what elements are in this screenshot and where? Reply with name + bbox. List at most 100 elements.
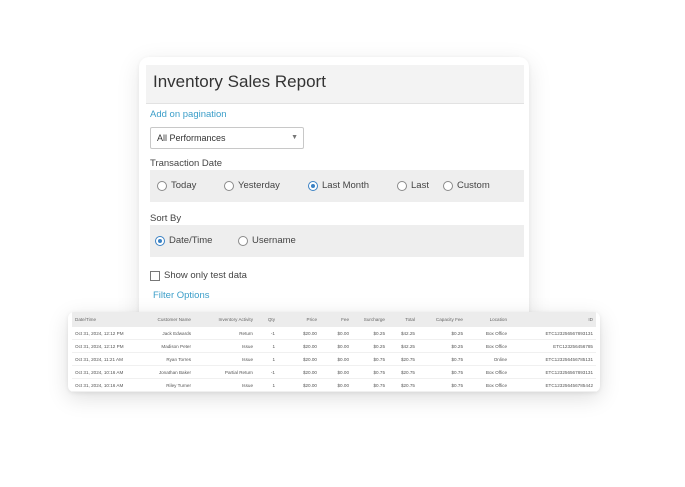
column-header[interactable]: Customer Name [134, 312, 194, 327]
table-cell: Riley Turner [134, 378, 194, 392]
performance-select-value: All Performances [157, 133, 226, 143]
radio-circle-icon [224, 180, 234, 191]
table-cell: $20.00 [278, 352, 320, 366]
table-cell: Jack Edwards [134, 327, 194, 340]
table-cell: $0.75 [352, 352, 388, 366]
table-cell: Box Office [466, 327, 510, 340]
column-header[interactable]: Date/Time [72, 312, 134, 327]
column-header[interactable]: Qty [256, 312, 278, 327]
table-cell: Oct 31, 2024, 11:21 AM [72, 352, 134, 366]
table-cell: $20.00 [278, 327, 320, 340]
table-cell: $0.75 [418, 378, 466, 392]
table-cell: $20.00 [278, 378, 320, 392]
table-cell: Oct 31, 2024, 12:12 PM [72, 327, 134, 340]
radio-last[interactable]: Last [397, 180, 429, 191]
sales-table-card: Date/Time Customer Name Inventory Activity… [68, 312, 600, 392]
column-header[interactable]: Price [278, 312, 320, 327]
radio-label: Username [252, 235, 296, 246]
table-cell: Madison Peter [134, 339, 194, 353]
table-cell: $20.75 [388, 365, 418, 379]
table-row[interactable]: Oct 31, 2024, 10:16 AM Riley Turner Issue 1… [72, 378, 596, 392]
table-cell: Oct 31, 2024, 12:12 PM [72, 339, 134, 353]
column-header[interactable]: Total [388, 312, 418, 327]
radio-username[interactable]: Username [238, 235, 296, 246]
radio-last-month[interactable]: Last Month [308, 180, 369, 191]
chevron-down-icon: ▼ [291, 134, 298, 141]
table-cell: $0.25 [418, 339, 466, 353]
radio-yesterday[interactable]: Yesterday [224, 180, 280, 191]
table-cell: Issue [194, 352, 256, 366]
checkbox-label: Show only test data [164, 270, 247, 281]
table-cell: Online [466, 352, 510, 366]
table-cell: $0.00 [320, 339, 352, 353]
table-cell: $0.25 [418, 327, 466, 340]
table-cell: Oct 31, 2024, 10:16 AM [72, 365, 134, 379]
radio-today[interactable]: Today [157, 180, 196, 191]
column-header[interactable]: Surcharge [352, 312, 388, 327]
radio-label: Last Month [322, 180, 369, 191]
table-cell: $20.75 [388, 378, 418, 392]
table-cell: $20.00 [278, 339, 320, 353]
table-cell: $0.75 [418, 365, 466, 379]
table-cell: Oct 31, 2024, 10:16 AM [72, 378, 134, 392]
table-cell: $0.75 [418, 352, 466, 366]
add-pagination-link[interactable]: Add on pagination [150, 109, 227, 120]
table-cell: Box Office [466, 339, 510, 353]
table-cell: $0.25 [352, 327, 388, 340]
column-header[interactable]: Fee [320, 312, 352, 327]
table-cell: Box Office [466, 365, 510, 379]
sales-table: Date/Time Customer Name Inventory Activity… [72, 312, 596, 392]
table-cell: Issue [194, 339, 256, 353]
transaction-date-options: Today Yesterday Last Month Last Custom [150, 170, 524, 202]
column-header[interactable]: Inventory Activity [194, 312, 256, 327]
table-cell: 1 [256, 339, 278, 353]
table-row[interactable]: Oct 31, 2024, 11:21 AM Ryan Torres Issue 1 $… [72, 352, 596, 366]
radio-circle-icon [443, 180, 453, 191]
page-title: Inventory Sales Report [153, 72, 326, 91]
table-cell: $0.00 [320, 327, 352, 340]
table-row[interactable]: Oct 31, 2024, 12:12 PM Madison Peter Issue… [72, 339, 596, 353]
table-body: Oct 31, 2024, 12:12 PM Jack Edwards Return… [72, 327, 596, 392]
report-header: Inventory Sales Report [146, 65, 524, 104]
radio-label: Last [411, 180, 429, 191]
show-test-data-checkbox[interactable]: Show only test data [150, 270, 247, 281]
radio-label: Custom [457, 180, 490, 191]
table-cell: ETC123256567893131 [510, 327, 596, 340]
table-cell: $20.75 [388, 352, 418, 366]
table-cell: $0.00 [320, 378, 352, 392]
radio-circle-icon [238, 235, 248, 246]
table-cell: 1 [256, 352, 278, 366]
radio-custom[interactable]: Custom [443, 180, 490, 191]
performance-select[interactable]: All Performances ▼ [150, 127, 304, 149]
column-header[interactable]: Location [466, 312, 510, 327]
table-cell: $42.25 [388, 327, 418, 340]
table-cell: -1 [256, 365, 278, 379]
radio-circle-icon [157, 180, 167, 191]
table-cell: 1 [256, 378, 278, 392]
table-cell: Ryan Torres [134, 352, 194, 366]
radio-selected-icon [155, 235, 165, 246]
column-header[interactable]: Capacity Fee [418, 312, 466, 327]
table-cell: $0.25 [352, 339, 388, 353]
checkbox-icon [150, 270, 160, 281]
sort-by-label: Sort By [150, 213, 182, 224]
filter-options-link[interactable]: Filter Options [153, 290, 210, 301]
table-cell: ETC123256456785442 [510, 378, 596, 392]
radio-circle-icon [397, 180, 407, 191]
radio-label: Yesterday [238, 180, 280, 191]
column-header[interactable]: ID [510, 312, 596, 327]
radio-label: Date/Time [169, 235, 213, 246]
table-row[interactable]: Oct 31, 2024, 10:16 AM Jonathan Baker Part… [72, 365, 596, 379]
table-cell: Partial Return [194, 365, 256, 379]
table-cell: $42.25 [388, 339, 418, 353]
transaction-date-label: Transaction Date [150, 158, 222, 169]
table-cell: Jonathan Baker [134, 365, 194, 379]
radio-label: Today [171, 180, 197, 191]
radio-date-time[interactable]: Date/Time [155, 235, 212, 246]
table-row[interactable]: Oct 31, 2024, 12:12 PM Jack Edwards Return… [72, 327, 596, 340]
table-cell: $20.00 [278, 365, 320, 379]
table-cell: Return [194, 327, 256, 340]
table-cell: ETC123256456785 [510, 339, 596, 353]
table-cell: Issue [194, 378, 256, 392]
radio-selected-icon [308, 180, 318, 191]
